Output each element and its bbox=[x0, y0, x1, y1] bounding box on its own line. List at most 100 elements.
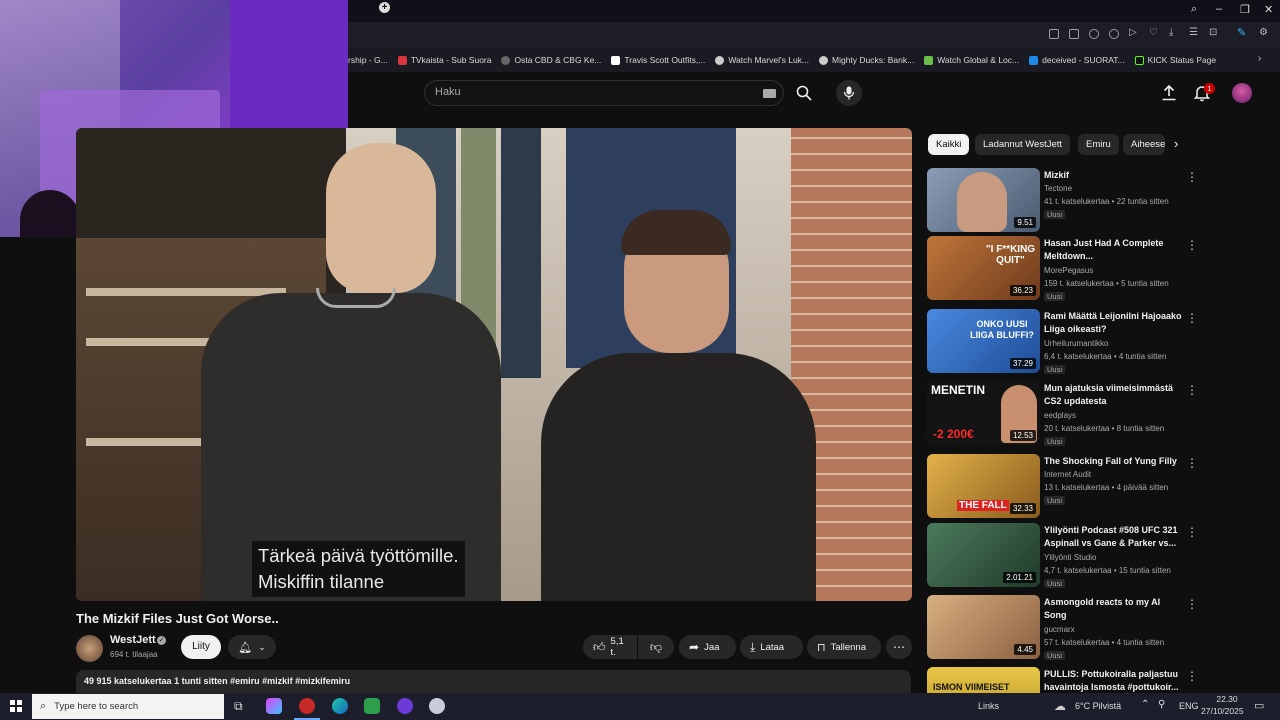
video-thumbnail[interactable]: 4.45 bbox=[927, 595, 1040, 659]
recommendation-title[interactable]: Rami Määttä Leijonilni Hajoaako Liiga oi… bbox=[1044, 310, 1182, 335]
video-thumbnail[interactable]: 9.51 bbox=[927, 168, 1040, 232]
like-button[interactable]: 👍︎ 5,1 t. bbox=[583, 635, 637, 659]
recommendation-title[interactable]: Mizkif bbox=[1044, 169, 1182, 182]
recommendation-item[interactable]: THE FALL 32.33 The Shocking Fall of Yung… bbox=[927, 454, 1198, 518]
search-box[interactable]: Haku bbox=[424, 80, 784, 106]
toolbar-settings-icon[interactable]: ⚙ bbox=[1259, 27, 1269, 38]
more-vertical-icon[interactable]: ⋮ bbox=[1186, 383, 1198, 397]
chip-uploaded-by[interactable]: Ladannut WestJett bbox=[975, 134, 1071, 155]
toolbar-shield-icon[interactable] bbox=[1089, 29, 1099, 39]
more-vertical-icon[interactable]: ⋮ bbox=[1186, 456, 1198, 470]
recommendation-item[interactable]: ONKO UUSI LIIGA BLUFFI? 37.29 Rami Määtt… bbox=[927, 309, 1198, 374]
toolbar-download-icon[interactable]: ⤓ bbox=[1169, 27, 1179, 38]
restore-icon[interactable]: ❐ bbox=[1240, 3, 1250, 16]
network-icon[interactable]: ⚲ bbox=[1158, 699, 1165, 710]
recommendation-channel[interactable]: Urheilurumantikko bbox=[1044, 339, 1108, 348]
subscription-bell-button[interactable]: 🔔︎ ⌄ bbox=[228, 635, 276, 659]
opera-app-icon[interactable] bbox=[299, 698, 315, 714]
links-toolbar[interactable]: Links bbox=[978, 701, 999, 711]
windows-start-icon[interactable] bbox=[10, 700, 22, 712]
bookmark-item[interactable]: deceived - SUORAT... bbox=[1029, 55, 1125, 65]
dislike-button[interactable]: 👎︎ bbox=[638, 635, 674, 659]
bookmarks-overflow-chevron-icon[interactable]: › bbox=[1258, 53, 1261, 64]
recommendation-item[interactable]: 2.01.21 Ylilyönti Podcast #508 UFC 321 A… bbox=[927, 523, 1198, 588]
more-vertical-icon[interactable]: ⋮ bbox=[1186, 597, 1198, 611]
bookmark-item[interactable]: rship - G... bbox=[348, 55, 388, 65]
recommendation-title[interactable]: Hasan Just Had A Complete Meltdown... bbox=[1044, 237, 1182, 262]
bookmark-item[interactable]: Travis Scott Outfits,... bbox=[611, 55, 705, 65]
notification-center-icon[interactable]: ▭ bbox=[1254, 699, 1264, 712]
recommendation-channel[interactable]: Internet Audit bbox=[1044, 470, 1091, 479]
toolbar-menu-icon[interactable]: ☰ bbox=[1189, 27, 1199, 38]
bookmark-item[interactable]: TVkaista - Sub Suora bbox=[397, 55, 491, 65]
terminal-app-icon[interactable] bbox=[364, 698, 380, 714]
recommendation-channel[interactable]: MorePegasus bbox=[1044, 266, 1093, 275]
toolbar-play-icon[interactable]: ▷ bbox=[1129, 27, 1139, 38]
recommendation-item[interactable]: ISMON VIIMEISET PULLIS: Pottukoiralla pa… bbox=[927, 667, 1197, 693]
recommendation-channel[interactable]: Ylilyönti Studio bbox=[1044, 553, 1096, 562]
toolbar-camera-icon[interactable] bbox=[1069, 29, 1079, 39]
keyboard-icon[interactable] bbox=[763, 89, 776, 98]
recommendation-item[interactable]: 9.51 Mizkif Tectone 41 t. katselukertaa … bbox=[927, 168, 1198, 232]
video-thumbnail[interactable]: MENETIN -2 200€ 12.53 bbox=[927, 381, 1040, 445]
channel-name[interactable]: WestJett bbox=[110, 634, 156, 646]
video-thumbnail[interactable]: "I F**KING QUIT" 36.23 bbox=[927, 236, 1040, 300]
recommendation-channel[interactable]: Tectone bbox=[1044, 184, 1072, 193]
browser-search-icon[interactable]: ⌕ bbox=[1191, 3, 1197, 16]
toolbar-lock-icon[interactable]: ⊡ bbox=[1209, 27, 1219, 38]
recommendation-title[interactable]: PULLIS: Pottukoiralla paljastuu havainto… bbox=[1044, 668, 1182, 693]
account-avatar[interactable] bbox=[1232, 83, 1252, 103]
language-indicator[interactable]: ENG bbox=[1179, 701, 1199, 711]
recommendation-title[interactable]: The Shocking Fall of Yung Filly bbox=[1044, 455, 1182, 468]
video-player[interactable] bbox=[76, 128, 912, 601]
recommendation-channel[interactable]: gucmarx bbox=[1044, 625, 1075, 634]
task-view-icon[interactable]: ⧉ bbox=[234, 699, 243, 714]
more-vertical-icon[interactable]: ⋮ bbox=[1186, 238, 1198, 252]
more-actions-button[interactable]: ⋯ bbox=[886, 635, 912, 659]
recommendation-title[interactable]: Asmongold reacts to my AI Song bbox=[1044, 596, 1182, 621]
recommendation-channel[interactable]: eedplays bbox=[1044, 411, 1076, 420]
taskbar-search[interactable]: ⌕ Type here to search bbox=[32, 694, 224, 719]
clock-time[interactable]: 22.30 bbox=[1212, 694, 1242, 704]
bookmark-item[interactable]: Mighty Ducks: Bank... bbox=[819, 55, 914, 65]
more-vertical-icon[interactable]: ⋮ bbox=[1186, 311, 1198, 325]
chips-next-chevron-icon[interactable]: › bbox=[1174, 136, 1178, 151]
video-thumbnail[interactable]: ISMON VIIMEISET bbox=[927, 667, 1040, 693]
video-thumbnail[interactable]: ONKO UUSI LIIGA BLUFFI? 37.29 bbox=[927, 309, 1040, 373]
more-vertical-icon[interactable]: ⋮ bbox=[1186, 525, 1198, 539]
bookmark-item[interactable]: Osta CBD & CBG Ke... bbox=[501, 55, 601, 65]
search-input[interactable]: Haku bbox=[435, 86, 461, 98]
more-vertical-icon[interactable]: ⋮ bbox=[1186, 170, 1198, 184]
chip-related[interactable]: Aiheeseen bbox=[1123, 134, 1165, 155]
edge-app-icon[interactable] bbox=[332, 698, 348, 714]
show-hidden-icons-chevron-icon[interactable]: ⌃ bbox=[1141, 699, 1149, 710]
upload-icon[interactable] bbox=[1160, 84, 1178, 102]
recommendation-item[interactable]: "I F**KING QUIT" 36.23 Hasan Just Had A … bbox=[927, 236, 1198, 301]
toolbar-heart-icon[interactable]: ♡ bbox=[1149, 27, 1159, 38]
recommendation-title[interactable]: Mun ajatuksia viimeisimmästä CS2 updates… bbox=[1044, 382, 1182, 407]
recommendation-title[interactable]: Ylilyönti Podcast #508 UFC 321 Aspinall … bbox=[1044, 524, 1182, 549]
toolbar-edit-icon[interactable] bbox=[1049, 29, 1059, 39]
new-tab-plus-icon[interactable]: + bbox=[379, 2, 390, 13]
bookmark-item[interactable]: KICK Status Page bbox=[1134, 55, 1216, 65]
download-button[interactable]: ⤓ Lataa bbox=[740, 635, 803, 659]
chip-all[interactable]: Kaikki bbox=[928, 134, 970, 155]
join-button[interactable]: Liity bbox=[181, 635, 221, 659]
recommendation-item[interactable]: 4.45 Asmongold reacts to my AI Song gucm… bbox=[927, 595, 1198, 660]
discord-app-icon[interactable] bbox=[397, 698, 413, 714]
search-button[interactable] bbox=[786, 80, 822, 106]
share-button[interactable]: ➦ Jaa bbox=[679, 635, 736, 659]
toolbar-extension-icon[interactable]: ✎ bbox=[1237, 26, 1247, 39]
chip-emiru[interactable]: Emiru bbox=[1078, 134, 1119, 155]
channel-avatar[interactable] bbox=[76, 635, 103, 662]
video-thumbnail[interactable]: THE FALL 32.33 bbox=[927, 454, 1040, 518]
minimize-icon[interactable]: – bbox=[1216, 3, 1222, 15]
clock-date[interactable]: 27/10/2025 bbox=[1201, 706, 1244, 716]
recommendation-item[interactable]: MENETIN -2 200€ 12.53 Mun ajatuksia viim… bbox=[927, 381, 1198, 446]
video-thumbnail[interactable]: 2.01.21 bbox=[927, 523, 1040, 587]
toolbar-cube-icon[interactable] bbox=[1109, 29, 1119, 39]
save-button[interactable]: ⊓ Tallenna bbox=[807, 635, 881, 659]
bookmark-item[interactable]: Watch Marvel's Luk... bbox=[715, 55, 809, 65]
voice-search-button[interactable] bbox=[836, 80, 862, 106]
copilot-app-icon[interactable] bbox=[266, 698, 282, 714]
